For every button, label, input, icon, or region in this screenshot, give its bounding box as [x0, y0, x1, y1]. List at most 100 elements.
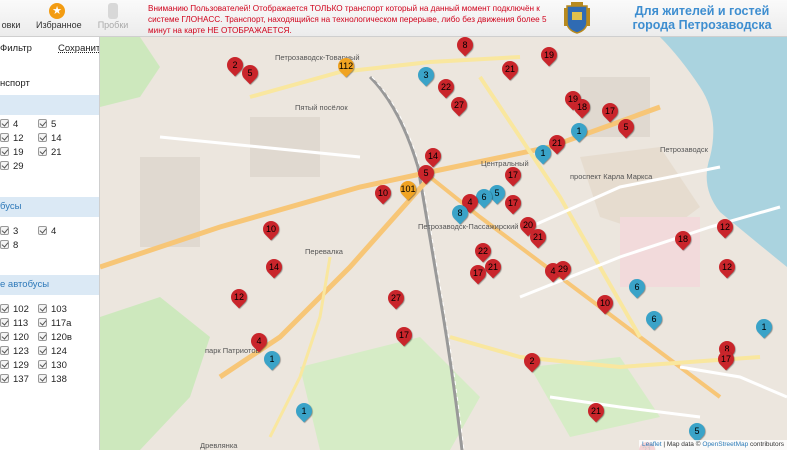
route-number: 5 — [247, 68, 253, 78]
route-checkbox[interactable]: 103 — [38, 303, 67, 316]
osm-link[interactable]: OpenStreetMap — [702, 441, 748, 448]
route-checkbox[interactable]: 21 — [38, 146, 62, 159]
route-checkbox[interactable]: 129 — [0, 359, 29, 372]
section-header-trolleybus[interactable] — [0, 95, 99, 115]
traffic-button[interactable]: Пробки — [96, 2, 130, 35]
save-button[interactable]: Сохранить — [58, 43, 99, 54]
route-checkbox[interactable]: 4 — [38, 225, 56, 238]
favorites-label: Избранное — [36, 20, 82, 30]
route-checkbox[interactable]: 113 — [0, 317, 28, 330]
route-number: 17 — [507, 170, 518, 180]
route-number: 5 — [694, 426, 700, 436]
vehicle-marker-red[interactable]: 22 — [434, 75, 458, 99]
vehicle-marker-red[interactable]: 10 — [593, 291, 617, 315]
route-number: 6 — [634, 282, 640, 292]
filter-label[interactable]: Фильтр — [0, 43, 32, 54]
vehicle-marker-red[interactable]: 17 — [392, 323, 416, 347]
vehicle-marker-blue[interactable]: 6 — [625, 275, 649, 299]
vehicle-marker-red[interactable]: 17 — [501, 163, 525, 187]
route-number: 10 — [599, 298, 610, 308]
route-checkbox[interactable]: 5 — [38, 118, 56, 131]
route-checkbox[interactable]: 117а — [38, 317, 71, 330]
vehicle-marker-red[interactable]: 17 — [714, 347, 738, 371]
route-checkbox[interactable]: 138 — [38, 373, 67, 386]
city-map[interactable]: Петрозаводск-Товарный Пятый посёлок Пере… — [100, 37, 787, 450]
vehicle-marker-red[interactable]: 10 — [371, 181, 395, 205]
vehicle-marker-red[interactable]: 12 — [713, 215, 737, 239]
glonass-notice: Вниманию Пользователей! Отображается ТОЛ… — [148, 4, 547, 35]
map-label-pyaty: Пятый посёлок — [295, 103, 348, 112]
stops-label: овки — [1, 20, 21, 30]
route-number: 12 — [721, 262, 732, 272]
vehicle-marker-blue[interactable]: 6 — [642, 307, 666, 331]
route-checkbox[interactable]: 14 — [38, 132, 62, 145]
vehicle-marker-blue[interactable]: 8 — [448, 201, 472, 225]
route-checkbox[interactable]: 120в — [38, 331, 72, 344]
vehicle-marker-red[interactable]: 17 — [501, 191, 525, 215]
leaflet-link[interactable]: Leaflet — [642, 441, 662, 448]
stops-button[interactable]: овки — [0, 2, 28, 35]
route-checkbox[interactable]: 19 — [0, 146, 24, 159]
vehicle-marker-blue[interactable]: 1 — [567, 119, 591, 143]
vehicle-marker-red[interactable]: 18 — [671, 227, 695, 251]
vehicle-marker-blue[interactable]: 1 — [260, 347, 284, 371]
route-number: 10 — [377, 188, 388, 198]
vehicle-marker-blue[interactable]: 3 — [414, 63, 438, 87]
route-checkbox[interactable]: 8 — [0, 239, 18, 252]
map-attribution: Leaflet | Map data © OpenStreetMap contr… — [638, 440, 787, 450]
map-label-passazhirsky: Петрозаводск-Пассажирский — [418, 222, 519, 231]
vehicle-marker-red[interactable]: 18 — [570, 95, 594, 119]
checkbox-icon — [38, 226, 47, 235]
route-checkbox[interactable]: 123 — [0, 345, 29, 358]
vehicle-marker-red[interactable]: 19 — [537, 43, 561, 67]
vehicle-marker-red[interactable]: 27 — [384, 286, 408, 310]
map-label-petrozavodsk: Петрозаводск — [660, 145, 708, 154]
vehicle-marker-red[interactable]: 27 — [447, 93, 471, 117]
vehicle-marker-red[interactable]: 29 — [551, 257, 575, 281]
vehicle-marker-blue[interactable]: 5 — [685, 419, 709, 443]
vehicle-marker-red[interactable]: 21 — [584, 399, 608, 423]
route-checkbox[interactable]: 4 — [0, 118, 18, 131]
vehicle-marker-orange[interactable]: 112 — [334, 54, 358, 78]
route-checkbox[interactable]: 102 — [0, 303, 29, 316]
route-number: 112 — [338, 61, 354, 71]
route-checkbox[interactable]: 3 — [0, 225, 18, 238]
route-checkbox[interactable]: 124 — [38, 345, 67, 358]
checkbox-icon — [0, 147, 9, 156]
route-number: 2 — [232, 60, 238, 70]
route-checkbox[interactable]: 120 — [0, 331, 29, 344]
route-checkbox[interactable]: 12 — [0, 132, 24, 145]
checkbox-icon — [38, 318, 47, 327]
route-checkbox[interactable]: 130 — [38, 359, 67, 372]
vehicle-marker-red[interactable]: 21 — [498, 57, 522, 81]
route-number: 17 — [507, 198, 518, 208]
section-header-bus[interactable]: бусы — [0, 197, 99, 217]
checkbox-icon — [0, 346, 9, 355]
route-checkbox[interactable]: 137 — [0, 373, 29, 386]
route-number: 5 — [623, 122, 629, 132]
vehicle-marker-red[interactable]: 4 — [247, 329, 271, 353]
vehicle-marker-blue[interactable]: 1 — [292, 399, 316, 423]
route-number: 29 — [557, 264, 568, 274]
vehicle-marker-red[interactable]: 10 — [259, 217, 283, 241]
route-checkbox[interactable]: 29 — [0, 160, 24, 173]
favorites-button[interactable]: ★ Избранное — [36, 2, 82, 35]
vehicle-marker-red[interactable]: 21 — [526, 225, 550, 249]
route-number: 10 — [265, 224, 276, 234]
vehicle-marker-red[interactable]: 14 — [262, 255, 286, 279]
vehicle-marker-red[interactable]: 2 — [520, 349, 544, 373]
vehicle-marker-red[interactable]: 5 — [238, 61, 262, 85]
vehicle-marker-red[interactable]: 5 — [614, 115, 638, 139]
section-header-suburban-bus[interactable]: е автобусы — [0, 275, 99, 295]
vehicle-marker-blue[interactable]: 1 — [531, 141, 555, 165]
vehicle-marker-red[interactable]: 17 — [466, 261, 490, 285]
app-window: овки ★ Избранное Пробки Вниманию Пользов… — [0, 0, 787, 450]
route-number: 12 — [719, 222, 730, 232]
map-label-karla-marksa: проспект Карла Маркса — [570, 172, 653, 181]
vehicle-marker-blue[interactable]: 1 — [752, 315, 776, 339]
vehicle-marker-red[interactable]: 5 — [414, 161, 438, 185]
vehicle-marker-red[interactable]: 12 — [227, 285, 251, 309]
vehicle-marker-red[interactable]: 12 — [715, 255, 739, 279]
traffic-label: Пробки — [97, 20, 129, 30]
vehicle-marker-orange[interactable]: 101 — [396, 177, 420, 201]
